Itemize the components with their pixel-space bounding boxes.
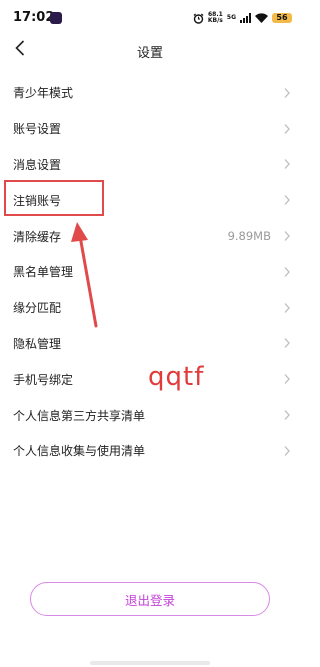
annotation-arrow: [71, 222, 98, 328]
logout-button[interactable]: 退出登录: [30, 582, 270, 616]
watermark-text: qqtf: [148, 362, 205, 392]
home-indicator: [90, 661, 210, 665]
